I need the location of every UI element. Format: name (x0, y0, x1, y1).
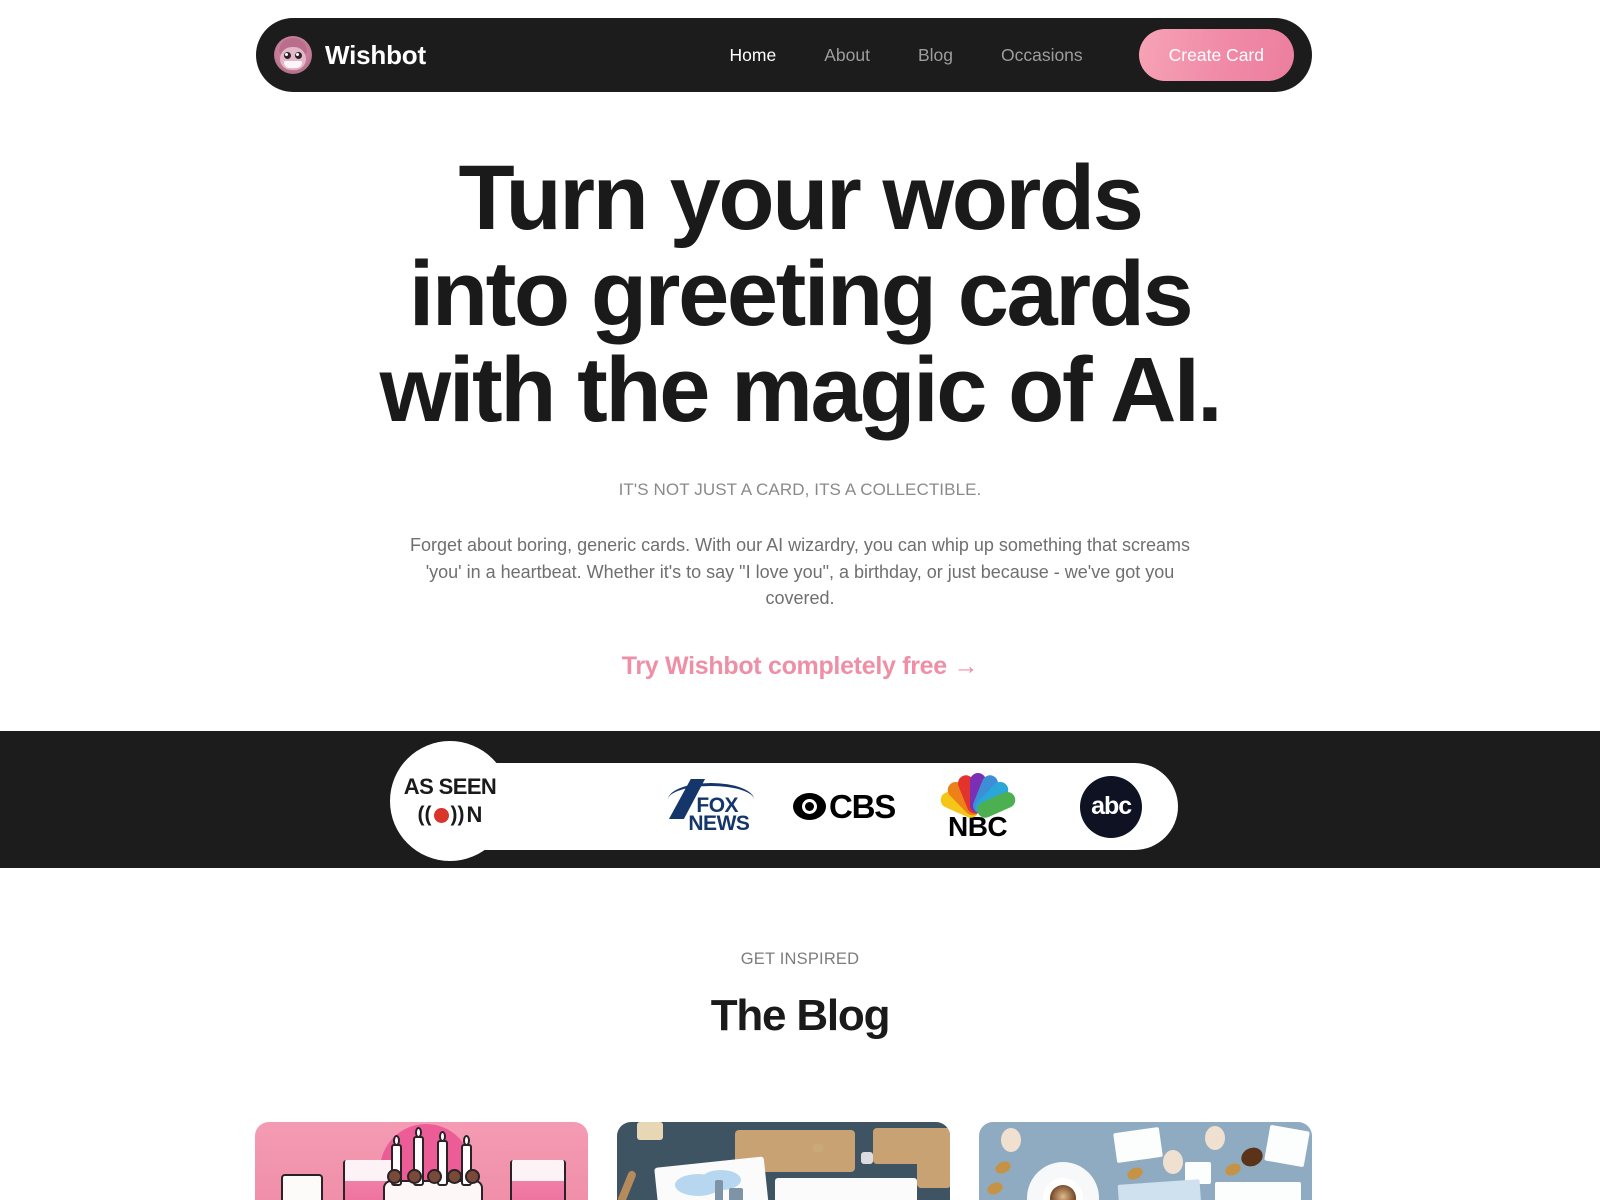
blog-kicker: GET INSPIRED (740, 950, 860, 968)
badge-wave-left: (( (417, 803, 432, 826)
nav-links: Home About Blog Occasions Create Card (706, 29, 1294, 81)
page-root: Wishbot Home About Blog Occasions Create… (0, 0, 1600, 1200)
nav-link-home[interactable]: Home (706, 45, 801, 66)
blog-section: GET INSPIRED The Blog (0, 950, 1600, 1041)
press-logos: FOX NEWS CBS NBC abc (510, 763, 1178, 850)
blog-card-birthday[interactable] (255, 1122, 588, 1200)
fox-news-line2: NEWS (688, 811, 750, 835)
hero-kicker: IT'S NOT JUST A CARD, ITS A COLLECTIBLE. (618, 480, 982, 499)
as-seen-on-badge: AS SEEN (( )) N (390, 741, 510, 861)
badge-wave-right: )) (450, 803, 465, 826)
as-seen-on-line2: (( )) N (418, 802, 483, 828)
blog-title: The Blog (710, 991, 891, 1040)
as-seen-on-line1: AS SEEN (403, 774, 497, 799)
badge-letter-n: N (466, 802, 483, 827)
blog-card-stationery[interactable] (617, 1122, 950, 1200)
nbc-wordmark: NBC (947, 810, 1008, 842)
hero-body-text: Forget about boring, generic cards. With… (409, 535, 1191, 608)
navbar: Wishbot Home About Blog Occasions Create… (256, 18, 1312, 92)
abc-wordmark: abc (1091, 792, 1132, 820)
hero-cta-link[interactable]: Try Wishbot completely free → (622, 652, 979, 681)
cbs-wordmark: CBS (828, 787, 896, 825)
fox-news-logo: FOX NEWS (644, 779, 778, 835)
hero-section: Turn your words into greeting cards with… (0, 150, 1600, 681)
nav-link-about[interactable]: About (800, 45, 894, 66)
create-card-button[interactable]: Create Card (1138, 29, 1294, 81)
hero-heading: Turn your words into greeting cards with… (379, 147, 1223, 441)
nav-link-occasions[interactable]: Occasions (977, 45, 1107, 66)
brand-logo[interactable]: Wishbot (274, 36, 426, 74)
nav-link-blog[interactable]: Blog (894, 45, 977, 66)
blog-card-coffee[interactable] (979, 1122, 1312, 1200)
record-dot-icon (433, 807, 449, 823)
cbs-logo: CBS (777, 788, 911, 826)
nbc-peacock-icon (937, 771, 1018, 820)
abc-logo: abc (1044, 775, 1178, 838)
nbc-logo: NBC (911, 771, 1045, 843)
abc-circle-icon: abc (1080, 775, 1143, 838)
cbs-eye-icon (792, 793, 826, 820)
brand-name: Wishbot (325, 39, 426, 70)
blog-card-list (255, 1122, 1313, 1200)
wishbot-robot-icon (274, 36, 312, 74)
